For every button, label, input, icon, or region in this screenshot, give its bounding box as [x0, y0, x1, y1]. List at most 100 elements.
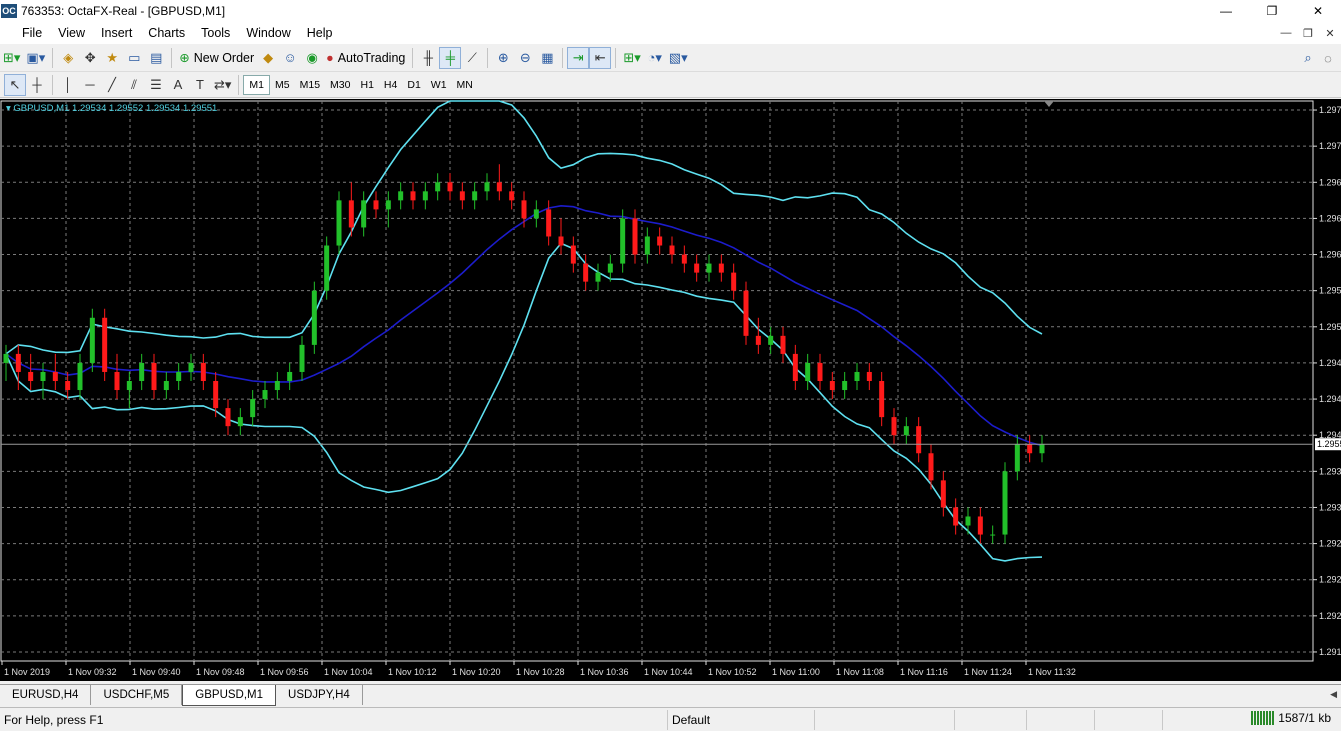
candle-body — [558, 236, 564, 246]
candle-body — [40, 371, 46, 381]
child-close-button[interactable]: ✕ — [1319, 27, 1341, 40]
new-chart-icon[interactable]: ⊞▾ — [0, 47, 23, 69]
text-label-icon[interactable]: T — [189, 74, 211, 96]
timeframe-m1[interactable]: M1 — [243, 74, 271, 95]
child-minimize-button[interactable]: — — [1275, 27, 1297, 39]
timeframe-m30[interactable]: M30 — [325, 75, 355, 95]
strategy-tester-icon[interactable]: ▤ — [145, 47, 167, 69]
timeframe-m5[interactable]: M5 — [270, 75, 295, 95]
candle-body — [65, 381, 71, 391]
autotrading-icon: ● — [326, 50, 334, 65]
arrows-icon[interactable]: ⇄▾ — [211, 74, 234, 96]
menu-help[interactable]: Help — [299, 22, 341, 44]
restore-button[interactable]: ❐ — [1249, 0, 1295, 22]
time-tick-label: 1 Nov 09:56 — [260, 667, 309, 677]
candle-body — [669, 245, 675, 255]
candlestick-chart-icon[interactable]: ╪ — [439, 46, 462, 69]
candle-body — [102, 317, 108, 372]
chart-canvas[interactable]: 1.2977 1.2973 1.2969 1.2965 1.2961 1.2957 1.29… — [0, 99, 1341, 681]
close-button[interactable]: ✕ — [1295, 0, 1341, 22]
menu-view[interactable]: View — [50, 22, 93, 44]
candle-body — [595, 272, 601, 282]
menu-tools[interactable]: Tools — [193, 22, 238, 44]
candle-body — [435, 182, 441, 192]
tab-eurusd-h4[interactable]: EURUSD,H4 — [0, 685, 92, 705]
price-tick-label: 1.2969 — [1319, 177, 1341, 187]
market-watch-icon[interactable]: ◈ — [57, 47, 79, 69]
tab-usdchf-m5[interactable]: USDCHF,M5 — [91, 685, 183, 705]
timeframe-h4[interactable]: H4 — [379, 75, 402, 95]
chat-icon[interactable]: ◌ — [1317, 47, 1339, 69]
menu-window[interactable]: Window — [238, 22, 298, 44]
candle-body — [521, 200, 527, 219]
autotrading-button[interactable]: ● AutoTrading — [323, 47, 408, 69]
candle-body — [200, 362, 206, 381]
title-bar: OC 763353: OctaFX-Real - [GBPUSD,M1] — ❐… — [0, 0, 1341, 22]
candle-body — [990, 534, 996, 536]
new-order-button[interactable]: ⊕ New Order — [176, 47, 257, 69]
price-chart[interactable]: 1.2977 1.2973 1.2969 1.2965 1.2961 1.2957 1.29… — [0, 99, 1341, 681]
tab-scroll-icon[interactable]: ◀ — [1330, 689, 1337, 700]
terminal-icon[interactable]: ▭ — [123, 47, 145, 69]
status-cell — [1095, 709, 1163, 730]
price-tick-label: 1.2957 — [1319, 286, 1341, 296]
candle-body — [139, 362, 145, 381]
candle-body — [583, 263, 589, 282]
candle-body — [496, 182, 502, 192]
menu-file[interactable]: File — [14, 22, 50, 44]
metaeditor-icon[interactable]: ◆ — [257, 47, 279, 69]
periods-icon[interactable]: ◔▾ — [644, 47, 666, 69]
timeframe-w1[interactable]: W1 — [426, 75, 452, 95]
horizontal-line-icon[interactable]: ─ — [79, 74, 101, 96]
chart-shift-icon[interactable]: ⇤ — [589, 46, 612, 69]
vertical-line-icon[interactable]: │ — [57, 74, 79, 96]
cursor-icon[interactable]: ↖ — [4, 73, 26, 96]
time-tick-label: 1 Nov 11:16 — [900, 667, 948, 677]
status-cell — [955, 709, 1027, 730]
candle-body — [953, 507, 959, 526]
zoom-in-icon[interactable]: ⊕ — [492, 47, 514, 69]
timeframe-h1[interactable]: H1 — [355, 75, 378, 95]
navigator-icon[interactable]: ★ — [101, 47, 123, 69]
time-tick-label: 1 Nov 11:24 — [964, 667, 1012, 677]
child-restore-button[interactable]: ❐ — [1297, 27, 1319, 40]
candle-body — [1002, 471, 1008, 535]
auto-scroll-icon[interactable]: ⇥ — [567, 46, 590, 69]
candle-body — [77, 362, 83, 391]
chart-symbol-label: ▾ GBPUSD,M1 1.29534 1.29552 1.29534 1.29… — [6, 103, 217, 114]
text-icon[interactable]: A — [167, 74, 189, 96]
candle-body — [509, 191, 515, 201]
menu-insert[interactable]: Insert — [93, 22, 140, 44]
candle-body — [891, 417, 897, 436]
connection-status[interactable]: 1587/1 kb — [1251, 711, 1331, 725]
line-chart-icon[interactable]: ⟋ — [461, 47, 483, 69]
menu-charts[interactable]: Charts — [140, 22, 193, 44]
templates-icon[interactable]: ▧▾ — [666, 47, 691, 69]
indicators-icon[interactable]: ⊞▾ — [620, 47, 643, 69]
equidistant-channel-icon[interactable]: ⫽ — [123, 74, 145, 96]
fibonacci-icon[interactable]: ☰ — [145, 74, 167, 96]
tab-gbpusd-m1[interactable]: GBPUSD,M1 — [182, 685, 277, 706]
bar-chart-icon[interactable]: ╫ — [417, 47, 439, 69]
minimize-button[interactable]: — — [1203, 0, 1249, 22]
candle-body — [484, 182, 490, 192]
crosshair-icon[interactable]: ┼ — [26, 74, 48, 96]
data-window-icon[interactable]: ✥ — [79, 47, 101, 69]
timeframe-m15[interactable]: M15 — [295, 75, 325, 95]
tab-usdjpy-h4[interactable]: USDJPY,H4 — [276, 685, 363, 705]
tile-windows-icon[interactable]: ▦ — [536, 47, 558, 69]
new-order-label: New Order — [193, 50, 255, 65]
plot-frame — [0, 100, 1314, 662]
candle-body — [176, 371, 182, 381]
trendline-icon[interactable]: ╱ — [101, 74, 123, 96]
community-icon[interactable]: ☺ — [279, 47, 301, 69]
search-icon[interactable]: ⌕ — [1297, 47, 1319, 69]
candle-body — [151, 362, 157, 391]
line-studies-toolbar: ↖ ┼ │ ─ ╱ ⫽ ☰ A T ⇄▾ M1 M5 M15 M30 H1 H4… — [0, 72, 1341, 98]
profiles-icon[interactable]: ▣▾ — [23, 47, 48, 69]
candle-body — [620, 218, 626, 264]
signals-icon[interactable]: ◉ — [301, 47, 323, 69]
timeframe-d1[interactable]: D1 — [402, 75, 425, 95]
zoom-out-icon[interactable]: ⊖ — [514, 47, 536, 69]
timeframe-mn[interactable]: MN — [452, 75, 478, 95]
